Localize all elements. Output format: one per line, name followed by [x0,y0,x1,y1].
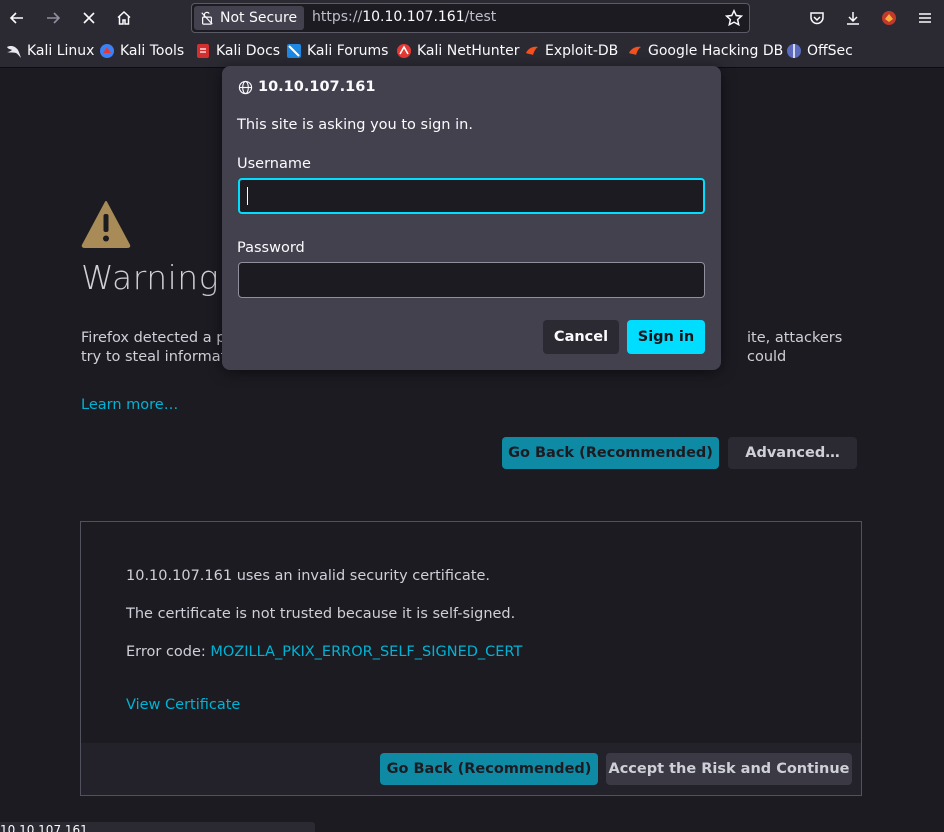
bookmark-kali-nethunter[interactable]: Kali NetHunter [396,43,519,59]
extension-button[interactable] [875,4,903,32]
advanced-panel-footer: Go Back (Recommended) Accept the Risk an… [81,743,861,795]
kali-dragon-icon [7,46,21,58]
broken-lock-icon [201,11,213,25]
status-bar: 10.10.107.161 [0,822,315,832]
bookmark-exploit-db[interactable]: Exploit-DB [524,43,618,59]
not-secure-label: Not Secure [220,10,298,26]
stop-button[interactable] [75,4,103,32]
url-text[interactable]: https://10.10.107.161/test [312,9,496,25]
url-path: /test [464,9,497,25]
bookmark-kali-forums[interactable]: Kali Forums [286,43,388,59]
url-host: 10.10.107.161 [362,9,465,25]
bookmark-label: Kali Linux [27,43,95,59]
dialog-host: 10.10.107.161 [258,79,376,95]
pocket-button[interactable] [803,4,831,32]
forward-button[interactable] [39,4,67,32]
text-caret [247,187,248,205]
bookmark-label: Exploit-DB [545,43,619,59]
warning-triangle-icon [81,201,131,248]
view-certificate-link[interactable]: View Certificate [126,697,240,713]
warning-desc-start: Firefox detected a po [81,330,235,346]
error-code-line: Error code: MOZILLA_PKIX_ERROR_SELF_SIGN… [126,644,522,660]
warning-desc-end: ite, attackers could [747,330,843,365]
close-icon [83,12,95,24]
username-label: Username [237,156,311,172]
username-field[interactable] [238,178,705,214]
error-code-link[interactable]: MOZILLA_PKIX_ERROR_SELF_SIGNED_CERT [210,644,522,660]
advanced-button[interactable]: Advanced… [728,437,857,469]
navigation-toolbar: Not Secure https://10.10.107.161/test [0,0,944,36]
bookmark-kali-tools[interactable]: Kali Tools [99,43,184,59]
url-scheme: https:// [312,9,363,25]
bookmark-google-hacking-db[interactable]: Google Hacking DB [627,43,783,59]
bookmark-label: OffSec [807,43,853,59]
bookmark-label: Kali Tools [120,43,185,59]
pocket-icon [810,12,824,25]
bookmark-offsec[interactable]: OffSec [786,43,853,59]
downloads-button[interactable] [839,4,867,32]
extension-avatar-icon [882,11,896,25]
invalid-cert-text: 10.10.107.161 uses an invalid security c… [126,568,491,584]
status-url: 10.10.107.161 [0,823,88,832]
accept-risk-button[interactable]: Accept the Risk and Continue [606,753,852,785]
address-bar[interactable]: Not Secure https://10.10.107.161/test [191,3,750,33]
back-button[interactable] [3,4,31,32]
arrow-right-icon [47,12,61,24]
self-signed-text: The certificate is not trusted because i… [126,606,516,622]
cancel-button[interactable]: Cancel [543,320,619,354]
warning-desc-line2: try to steal informatio [81,349,240,365]
bookmark-kali-linux[interactable]: Kali Linux [6,43,94,59]
bookmark-kali-docs[interactable]: Kali Docs [195,43,280,59]
password-label: Password [237,240,305,256]
kali-docs-icon [197,44,209,58]
bookmark-label: Kali Forums [307,43,389,59]
go-back-recommended-button[interactable]: Go Back (Recommended) [380,753,598,785]
dialog-message: This site is asking you to sign in. [237,117,473,133]
password-field[interactable] [238,262,705,298]
dialog-title: 10.10.107.161 [238,79,375,95]
not-secure-indicator[interactable]: Not Secure [194,6,304,30]
advanced-panel: 10.10.107.161 uses an invalid security c… [80,521,862,796]
offsec-icon [787,44,801,58]
home-button[interactable] [110,4,138,32]
page-title: Warning: [81,258,231,297]
exploit-db-icon [526,46,538,55]
auth-dialog: 10.10.107.161 This site is asking you to… [222,66,721,370]
kali-tools-icon [100,44,114,58]
app-menu-button[interactable] [911,4,939,32]
ghdb-icon [629,46,641,55]
sign-in-button[interactable]: Sign in [627,320,705,354]
hamburger-menu-icon [919,13,931,23]
arrow-left-icon [9,12,23,24]
bookmark-label: Google Hacking DB [648,43,784,59]
go-back-button[interactable]: Go Back (Recommended) [502,437,719,469]
bookmark-label: Kali Docs [216,43,281,59]
learn-more-link[interactable]: Learn more… [81,397,178,413]
kali-forums-icon [287,44,301,58]
globe-icon [238,80,253,94]
download-icon [847,12,859,25]
kali-nethunter-icon [397,44,411,58]
bookmark-star-icon[interactable] [725,9,743,27]
error-code-label: Error code: [126,644,211,660]
home-icon [117,10,131,25]
bookmarks-toolbar: Kali Linux Kali Tools Kali Docs Kali For… [0,36,944,68]
bookmark-label: Kali NetHunter [417,43,520,59]
